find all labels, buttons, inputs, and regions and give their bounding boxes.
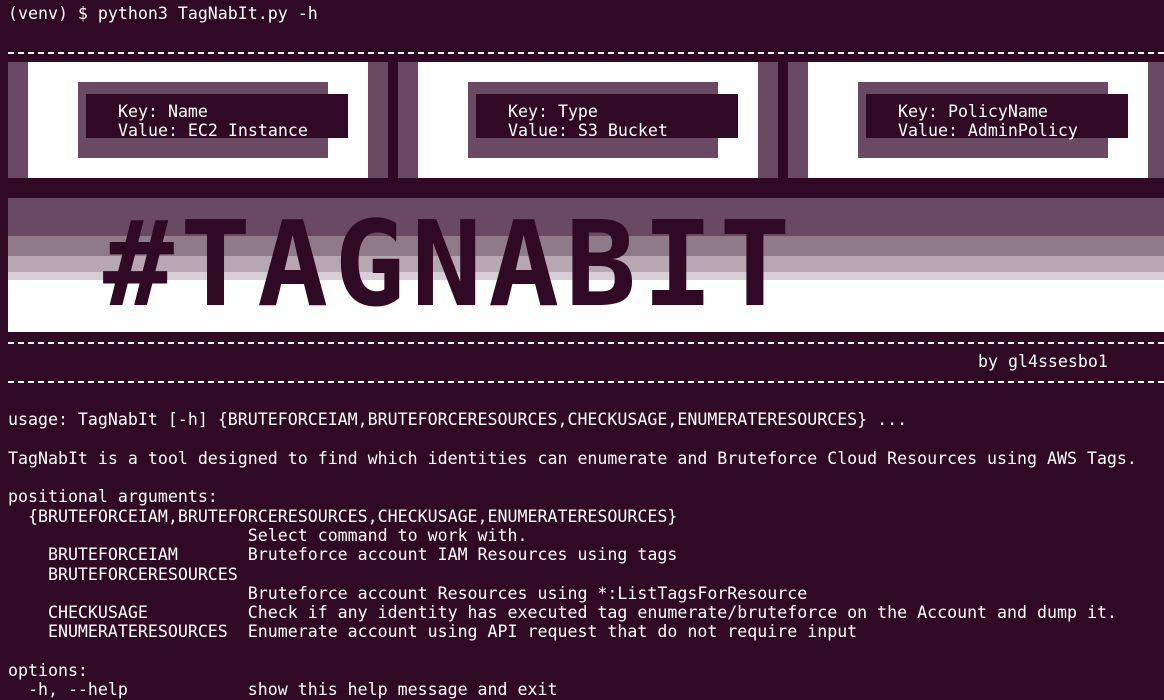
- tag-banner: Key: Name Value: EC2 Instance Key: Type Va…: [8, 62, 1164, 178]
- divider-middle: [8, 342, 1164, 344]
- positional-header: positional arguments:: [8, 487, 218, 506]
- cmd-bruteforceresources-desc: Bruteforce account Resources using *:Lis…: [8, 584, 808, 603]
- tag-2-value: Value: S3 Bucket: [508, 121, 668, 140]
- positional-choices: {BRUTEFORCEIAM,BRUTEFORCERESOURCES,CHECK…: [8, 507, 678, 526]
- cmd-bruteforceiam: BRUTEFORCEIAM Bruteforce account IAM Res…: [8, 545, 678, 564]
- options-header: options:: [8, 661, 88, 680]
- description-line: TagNabIt is a tool designed to find whic…: [8, 449, 1137, 468]
- tag-2-key: Key: Type: [508, 102, 598, 121]
- cmd-checkusage: CHECKUSAGE Check if any identity has exe…: [8, 603, 1117, 622]
- cmd-bruteforceresources: BRUTEFORCERESOURCES: [8, 565, 238, 584]
- tag-box-3: Key: PolicyName Value: AdminPolicy: [788, 62, 1164, 178]
- tag-box-1: Key: Name Value: EC2 Instance: [8, 62, 388, 178]
- select-command-line: Select command to work with.: [8, 526, 528, 545]
- command-prompt-line: (venv) $ python3 TagNabIt.py -h: [8, 4, 318, 23]
- tag-3-key: Key: PolicyName: [898, 102, 1048, 121]
- tag-1-value: Value: EC2 Instance: [118, 121, 308, 140]
- usage-line: usage: TagNabIt [-h] {BRUTEFORCEIAM,BRUT…: [8, 410, 908, 429]
- cmd-enumerateresources: ENUMERATERESOURCES Enumerate account usi…: [8, 622, 858, 641]
- divider-top: [8, 52, 1164, 54]
- tag-1-key: Key: Name: [118, 102, 208, 121]
- author-credit: by gl4ssesbo1: [978, 352, 1108, 371]
- logo-text: #TAGNABIT: [103, 198, 797, 332]
- tag-3-value: Value: AdminPolicy: [898, 121, 1078, 140]
- tag-box-2: Key: Type Value: S3 Bucket: [398, 62, 778, 178]
- divider-bottom: [8, 381, 1164, 383]
- tagnabit-logo: #TAGNABIT: [8, 198, 1164, 332]
- help-option: -h, --help show this help message and ex…: [8, 680, 558, 699]
